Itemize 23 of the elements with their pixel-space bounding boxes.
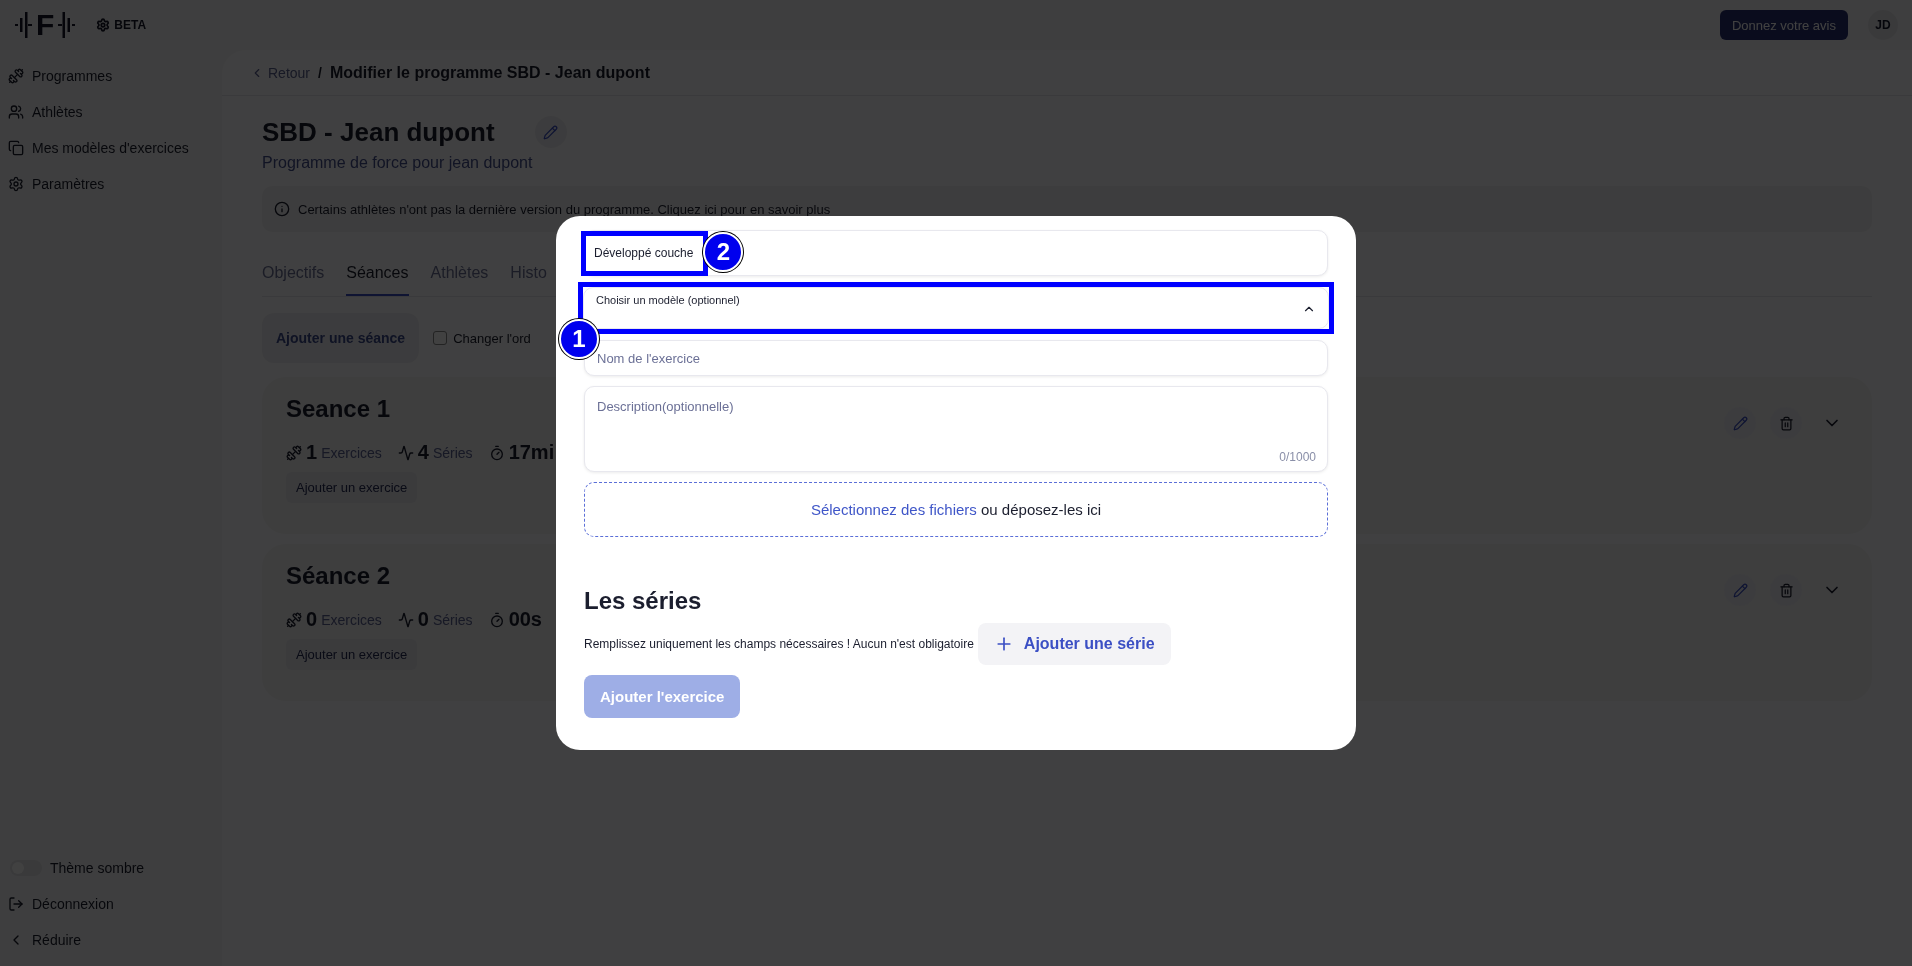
step-marker: 1 xyxy=(559,319,599,359)
duration: 17mi xyxy=(508,441,555,464)
select-files-link[interactable]: Sélectionnez des fichiers xyxy=(810,501,977,518)
step-marker: 2 xyxy=(703,231,744,272)
program-title: SBD - Jean dupont xyxy=(262,116,495,148)
exercise-count: 1 xyxy=(306,441,318,464)
series-count: 0 xyxy=(417,608,429,631)
series-hint: Remplissez uniquement les champs nécessaires ! Aucun n'est obligatoire xyxy=(584,637,974,651)
series-count: 4 xyxy=(417,441,429,464)
file-dropzone[interactable]: Sélectionnez des fichiers ou déposez-les ici xyxy=(584,482,1328,537)
page-title: Modifier le programme SBD - Jean dupont xyxy=(329,63,650,82)
breadcrumb-separator: / xyxy=(318,64,322,81)
template-select[interactable]: Choisir un modèle (optionnel) xyxy=(583,287,1329,329)
duration: 00s xyxy=(508,608,542,631)
add-series-button[interactable]: Ajouter une série xyxy=(977,623,1171,665)
name-field[interactable]: Nom de l'exercice xyxy=(584,340,1328,376)
session-title: Séance 2 xyxy=(286,562,391,590)
exercise-count: 0 xyxy=(306,608,318,631)
char-counter: 0/1000 xyxy=(1279,450,1316,464)
exercise-field[interactable]: Développé couche 2 xyxy=(584,230,1328,276)
section-heading: Les séries xyxy=(584,587,703,615)
dropzone-text: Sélectionnez des fichiers ou déposez-les ici xyxy=(810,501,1102,518)
session-title: Seance 1 xyxy=(286,395,391,423)
